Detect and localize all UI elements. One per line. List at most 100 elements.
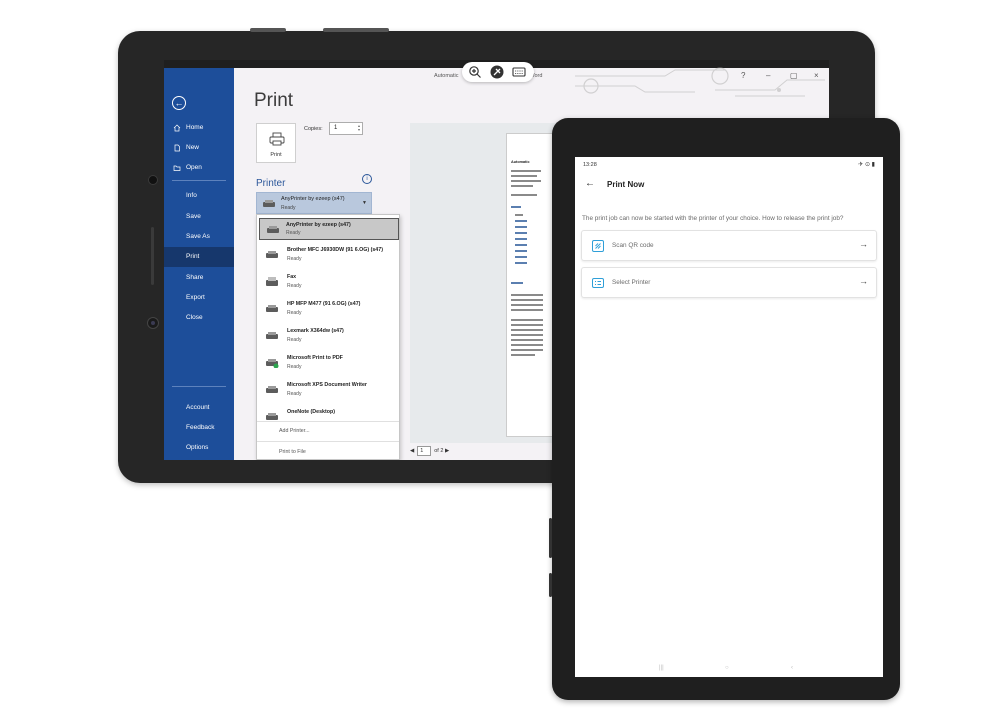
- nav-recents-icon[interactable]: |||: [659, 665, 664, 671]
- new-doc-icon: [174, 144, 180, 152]
- sidebar-item-label: Options: [186, 444, 209, 451]
- document-title: Automatic: [434, 73, 459, 79]
- prev-page-icon[interactable]: ◀: [410, 448, 414, 454]
- sidebar-item-label: Feedback: [186, 424, 215, 431]
- printer-option-status: Ready: [287, 256, 302, 262]
- preview-text-line: [511, 294, 543, 296]
- plug-icon[interactable]: [490, 65, 504, 79]
- zoom-in-icon[interactable]: [468, 65, 482, 79]
- preview-text-line: [515, 226, 527, 228]
- sidebar-item-close[interactable]: Close: [164, 308, 234, 328]
- add-printer-link[interactable]: Add Printer...: [279, 428, 310, 434]
- preview-text-line: [511, 185, 533, 187]
- circuit-decoration-icon: [575, 67, 825, 97]
- back-arrow-icon[interactable]: ←: [585, 178, 595, 189]
- printer-option[interactable]: Lexmark X364dw (s47) Ready: [257, 323, 399, 350]
- page-total-label: of 2: [434, 448, 444, 454]
- keyboard-icon[interactable]: [512, 65, 526, 79]
- sidebar-item-export[interactable]: Export: [164, 288, 234, 308]
- preview-text-line: [511, 349, 543, 351]
- printer-option[interactable]: HP MFP M477 (91 6.OG) (s47) Ready: [257, 296, 399, 323]
- tablet-button: [323, 28, 389, 32]
- printer-option[interactable]: Microsoft XPS Document Writer Ready: [257, 377, 399, 404]
- preview-text-line: [511, 282, 523, 284]
- copies-stepper-icon[interactable]: ▴ ▾: [358, 124, 360, 132]
- copies-input[interactable]: 1 ▴ ▾: [329, 122, 363, 135]
- print-button[interactable]: Print: [256, 123, 296, 163]
- nav-back-icon[interactable]: ‹: [791, 665, 793, 671]
- printer-icon: [269, 132, 285, 146]
- sidebar-item-account[interactable]: Account: [164, 398, 234, 418]
- print-button-label: Print: [270, 152, 282, 158]
- sidebar-divider: [172, 180, 226, 181]
- chevron-down-icon: ▼: [362, 200, 367, 206]
- preview-text-line: [511, 309, 543, 311]
- sidebar-item-label: Info: [186, 192, 197, 199]
- preview-text-line: [515, 220, 527, 222]
- back-arrow-icon[interactable]: ←: [172, 96, 186, 110]
- status-icons: ✈ ⊙ ▮: [858, 162, 875, 168]
- printer-default-check-icon: [266, 359, 279, 368]
- printer-icon: [263, 200, 275, 207]
- preview-text-line: [515, 214, 523, 216]
- preview-text-line: [511, 206, 521, 208]
- printer-option-name: HP MFP M477 (91 6.OG) (s47): [287, 301, 361, 307]
- printer-select[interactable]: AnyPrinter by ezeep (s47) Ready ▼: [256, 192, 372, 214]
- sidebar-divider: [172, 386, 226, 387]
- status-time: 13:28: [583, 162, 597, 168]
- preview-text-line: [511, 329, 543, 331]
- sidebar-item-new[interactable]: New: [164, 138, 234, 158]
- printer-option-status: Ready: [287, 391, 302, 397]
- tablet-button: [549, 518, 552, 558]
- print-to-file-option[interactable]: Print to File: [279, 449, 306, 455]
- camera-lens-icon: [147, 317, 159, 329]
- printer-option-name: Microsoft XPS Document Writer: [287, 382, 367, 388]
- dropdown-divider: [257, 441, 399, 442]
- sidebar-item-share[interactable]: Share: [164, 268, 234, 288]
- next-page-icon[interactable]: ▶: [445, 448, 449, 454]
- remote-toolbar: [462, 62, 534, 82]
- printer-option[interactable]: OneNote (Desktop): [257, 404, 399, 431]
- sidebar-item-print[interactable]: Print: [164, 247, 234, 267]
- sidebar-item-feedback[interactable]: Feedback: [164, 418, 234, 438]
- preview-text-line: [511, 339, 543, 341]
- page-title: Print: [254, 90, 294, 111]
- sidebar-item-save-as[interactable]: Save As: [164, 227, 234, 247]
- sidebar-item-save[interactable]: Save: [164, 207, 234, 227]
- printer-option-status: Ready: [286, 230, 301, 236]
- preview-text-line: [515, 262, 527, 264]
- scan-qr-code-option[interactable]: Scan QR code →: [581, 230, 877, 261]
- sidebar-item-label: Save: [186, 213, 201, 220]
- printer-option[interactable]: Brother MFC J6930DW (91 6.OG) (s47) Read…: [257, 242, 399, 269]
- nav-home-icon[interactable]: ○: [725, 665, 729, 671]
- sidebar-item-label: Close: [186, 314, 203, 321]
- home-icon: [173, 124, 181, 132]
- printer-option-name: Brother MFC J6930DW (91 6.OG) (s47): [287, 247, 383, 253]
- printer-option-name: Fax: [287, 274, 297, 280]
- preview-text-line: [511, 319, 543, 321]
- preview-text-line: [511, 180, 541, 182]
- printer-option-name: Lexmark X364dw (s47): [287, 328, 344, 334]
- sidebar-item-options[interactable]: Options: [164, 438, 234, 458]
- page-number-input[interactable]: 1: [417, 446, 432, 456]
- info-icon[interactable]: i: [362, 174, 372, 184]
- front-camera-icon: [148, 175, 158, 185]
- sidebar-item-label: New: [186, 144, 200, 151]
- printer-option[interactable]: AnyPrinter by ezeep (s47) Ready: [259, 218, 399, 240]
- preview-text-line: [515, 244, 527, 246]
- page-navigator: ◀ 1 of 2 ▶: [410, 446, 449, 456]
- sidebar-item-label: Home: [186, 124, 204, 131]
- printer-option[interactable]: Microsoft Print to PDF Ready: [257, 350, 399, 377]
- fax-icon: [266, 277, 278, 286]
- arrow-right-icon: →: [859, 276, 868, 286]
- printer-option-status: Ready: [287, 283, 302, 289]
- printer-option[interactable]: Fax Ready: [257, 269, 399, 296]
- sidebar-item-label: Save As: [186, 233, 210, 240]
- select-printer-option[interactable]: Select Printer →: [581, 267, 877, 298]
- preview-text-line: [511, 334, 543, 336]
- sidebar-item-info[interactable]: Info: [164, 186, 234, 206]
- printer-option-name: AnyPrinter by ezeep (s47): [286, 222, 351, 228]
- printer-list-icon: [592, 278, 604, 288]
- sidebar-item-open[interactable]: Open: [164, 158, 234, 178]
- sidebar-item-home[interactable]: Home: [164, 118, 234, 138]
